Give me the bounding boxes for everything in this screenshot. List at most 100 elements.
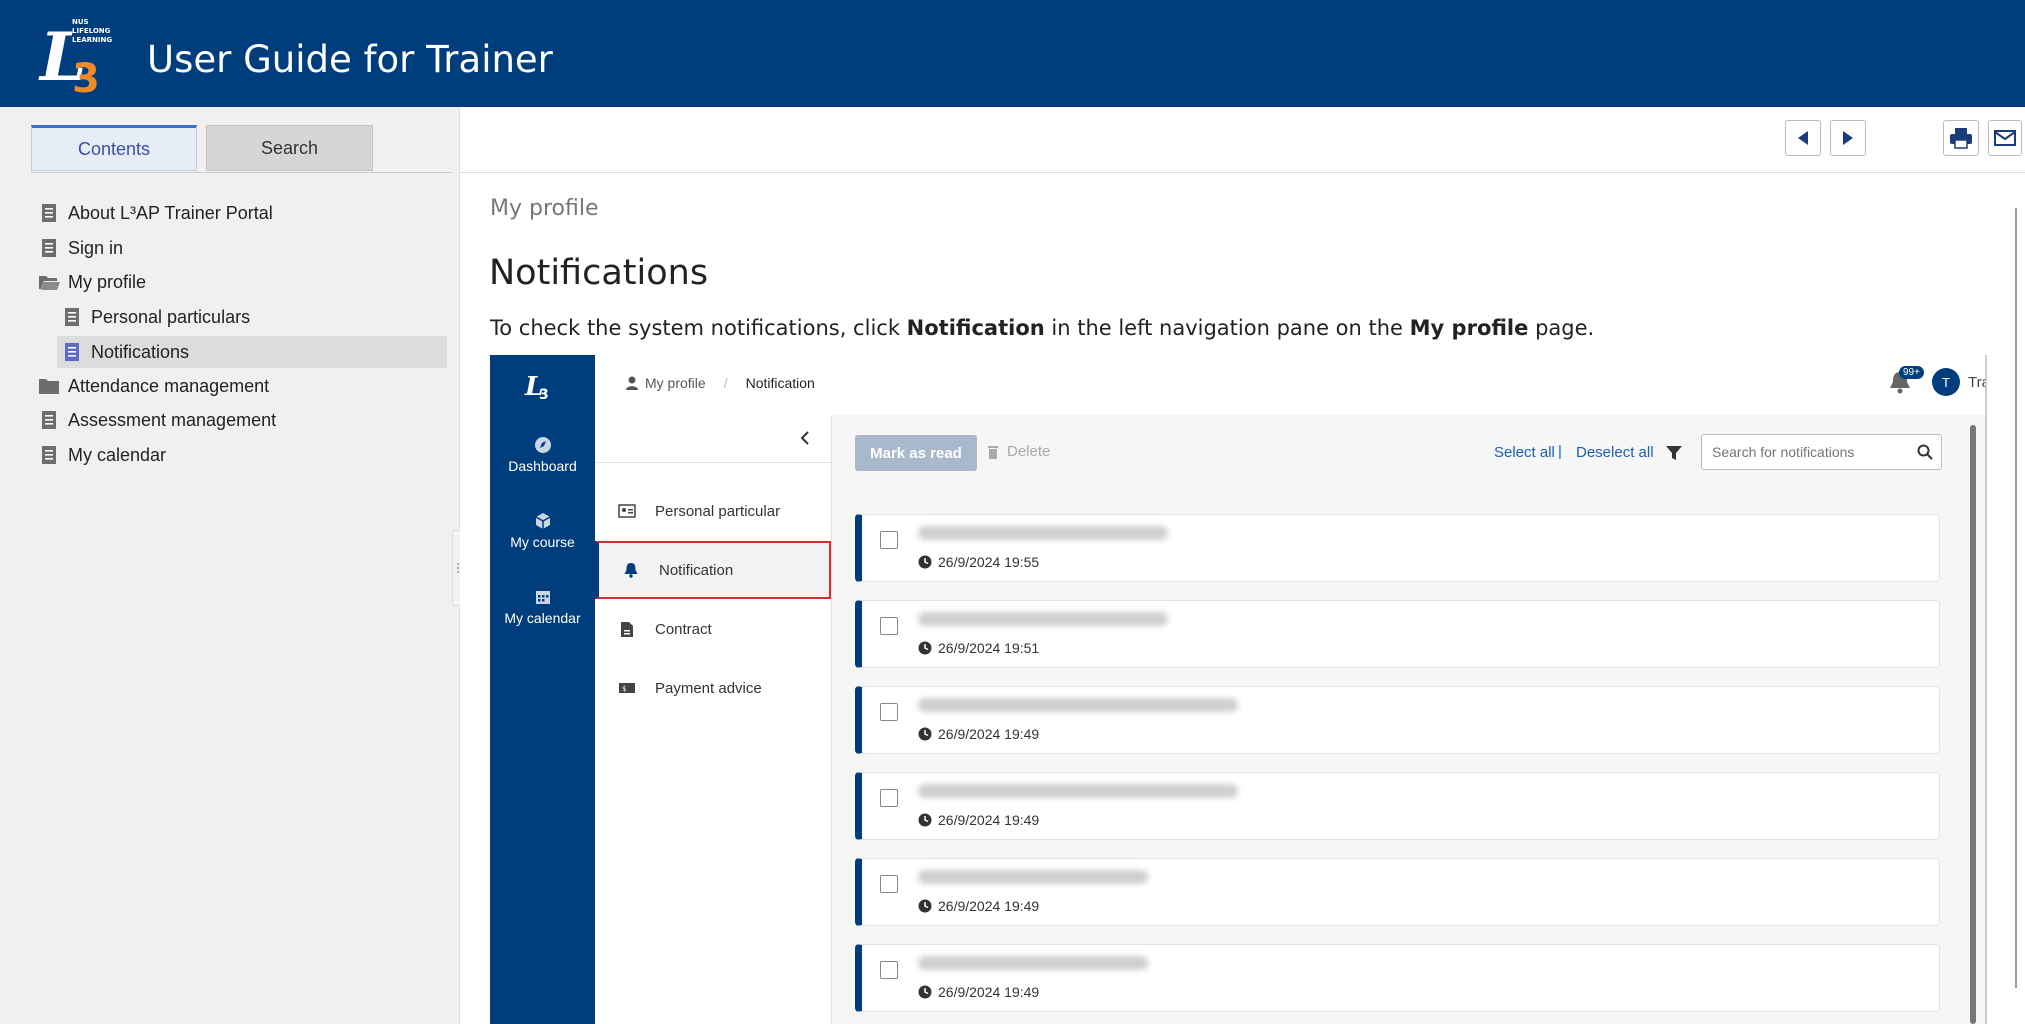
svg-text:$: $: [622, 685, 626, 693]
print-button[interactable]: [1943, 120, 1979, 156]
subnav-payment-advice[interactable]: $ Payment advice: [595, 659, 831, 717]
toc-label: Attendance management: [68, 375, 270, 396]
clock-icon: [918, 641, 932, 655]
page-icon: [38, 444, 60, 466]
triangle-right-icon: [1843, 131, 1853, 145]
svg-text:3: 3: [72, 56, 100, 96]
nav-my-calendar[interactable]: My calendar: [490, 587, 595, 626]
toc-label: Sign in: [68, 237, 124, 258]
embedded-screenshot: L3 Dashboard My course My calendar My pr…: [490, 355, 1987, 1024]
toc-item-my-calendar[interactable]: My calendar: [38, 440, 166, 470]
notification-time: 26/9/2024 19:55: [918, 554, 1039, 570]
clock-icon: [918, 813, 932, 827]
filter-icon: [1666, 446, 1682, 460]
notification-checkbox[interactable]: [880, 703, 898, 721]
scrollbar-thumb[interactable]: [2015, 208, 2025, 988]
delete-button[interactable]: Delete: [987, 443, 1050, 460]
notification-item[interactable]: 26/9/2024 19:49: [855, 858, 1940, 926]
notification-checkbox[interactable]: [880, 531, 898, 549]
breadcrumb-my-profile[interactable]: My profile: [645, 375, 706, 391]
app-header: L 3 NUS LIFELONG LEARNING User Guide for…: [0, 0, 2025, 107]
portal-top-bar: My profile / Notification 99+ T Trainer: [595, 355, 1985, 416]
page-icon: [38, 409, 60, 431]
notification-item[interactable]: 26/9/2024 19:51: [855, 600, 1940, 668]
deselect-all-link[interactable]: Deselect all: [1576, 444, 1654, 461]
subnav-personal-particular[interactable]: Personal particular: [595, 482, 831, 540]
notification-time: 26/9/2024 19:49: [918, 812, 1039, 828]
email-button[interactable]: [1988, 120, 2022, 156]
collapse-subnav-button[interactable]: [800, 431, 810, 450]
profile-sub-nav: Personal particular Notification Contrac…: [595, 415, 832, 1024]
page-icon: [38, 237, 60, 259]
mark-as-read-button[interactable]: Mark as read: [855, 435, 977, 471]
toc-item-about[interactable]: About L³AP Trainer Portal: [38, 198, 273, 228]
page-title: Notifications: [489, 253, 709, 293]
subnav-contract[interactable]: Contract: [595, 600, 831, 658]
subnav-notification[interactable]: Notification: [595, 541, 831, 599]
notification-checkbox[interactable]: [880, 789, 898, 807]
toc-item-my-profile[interactable]: My profile: [38, 267, 146, 297]
previous-topic-button[interactable]: [1785, 120, 1821, 156]
tab-search[interactable]: Search: [206, 125, 373, 171]
document-icon: [617, 621, 637, 638]
svg-text:3: 3: [539, 387, 549, 401]
svg-text:LEARNING: LEARNING: [72, 36, 112, 44]
next-topic-button[interactable]: [1830, 120, 1866, 156]
breadcrumb: My profile: [490, 196, 599, 221]
id-card-icon: [617, 504, 637, 518]
separator: |: [1558, 443, 1562, 460]
main-scrollbar[interactable]: [2010, 183, 2025, 1023]
trash-icon: [988, 445, 998, 459]
redacted-title: [918, 698, 1238, 712]
toc-item-notifications[interactable]: Notifications: [61, 337, 189, 367]
app-title: User Guide for Trainer: [147, 38, 553, 81]
nav-dashboard[interactable]: Dashboard: [490, 435, 595, 474]
notification-item[interactable]: 26/9/2024 19:49: [855, 772, 1940, 840]
search-icon: [1917, 444, 1933, 460]
page-icon: [38, 202, 60, 224]
folder-icon: [38, 375, 60, 397]
portal-logo: L3: [523, 369, 563, 406]
filter-button[interactable]: [1665, 444, 1683, 467]
triangle-left-icon: [1798, 131, 1808, 145]
notification-checkbox[interactable]: [880, 617, 898, 635]
portal-breadcrumb: My profile / Notification: [625, 375, 815, 391]
panel-scrollbar[interactable]: [1970, 425, 1976, 1024]
compass-icon: [534, 437, 551, 453]
notification-bell-button[interactable]: 99+: [1887, 366, 1924, 399]
folder-open-icon: [38, 271, 60, 293]
notification-time: 26/9/2024 19:51: [918, 640, 1039, 656]
toc-label: My calendar: [68, 444, 167, 465]
portal-side-nav: L3 Dashboard My course My calendar: [490, 355, 595, 1024]
select-all-link[interactable]: Select all: [1494, 444, 1555, 461]
avatar: T: [1932, 368, 1960, 396]
notification-time: 26/9/2024 19:49: [918, 726, 1039, 742]
notification-checkbox[interactable]: [880, 875, 898, 893]
notification-item[interactable]: 26/9/2024 19:55: [855, 514, 1940, 582]
tab-contents[interactable]: Contents: [31, 125, 197, 171]
envelope-icon: [1994, 130, 2016, 146]
notification-count-badge: 99+: [1899, 366, 1924, 379]
clock-icon: [918, 727, 932, 741]
notification-search-box[interactable]: [1701, 434, 1942, 470]
user-name: Trainer: [1968, 373, 1985, 391]
chevron-left-icon: [800, 431, 809, 445]
toc-item-personal-particulars[interactable]: Personal particulars: [61, 302, 250, 332]
cube-icon: [535, 513, 550, 529]
toc-label: My profile: [68, 271, 147, 292]
notification-item[interactable]: 26/9/2024 19:49: [855, 944, 1940, 1012]
user-menu[interactable]: T Trainer: [1932, 368, 1985, 396]
toc-item-sign-in[interactable]: Sign in: [38, 233, 123, 263]
toc-item-attendance[interactable]: Attendance management: [38, 371, 269, 401]
toolbar-divider: [460, 172, 2025, 173]
search-input[interactable]: [1710, 443, 1904, 461]
toc-label: Notifications: [91, 341, 190, 362]
redacted-title: [918, 526, 1168, 540]
notifications-panel: Mark as read Delete Select all | Deselec…: [832, 415, 1985, 1024]
notification-item[interactable]: 26/9/2024 19:49: [855, 686, 1940, 754]
toc-item-assessment[interactable]: Assessment management: [38, 405, 276, 435]
calendar-icon: [535, 591, 550, 604]
notification-checkbox[interactable]: [880, 961, 898, 979]
notification-time: 26/9/2024 19:49: [918, 898, 1039, 914]
nav-my-course[interactable]: My course: [490, 511, 595, 550]
